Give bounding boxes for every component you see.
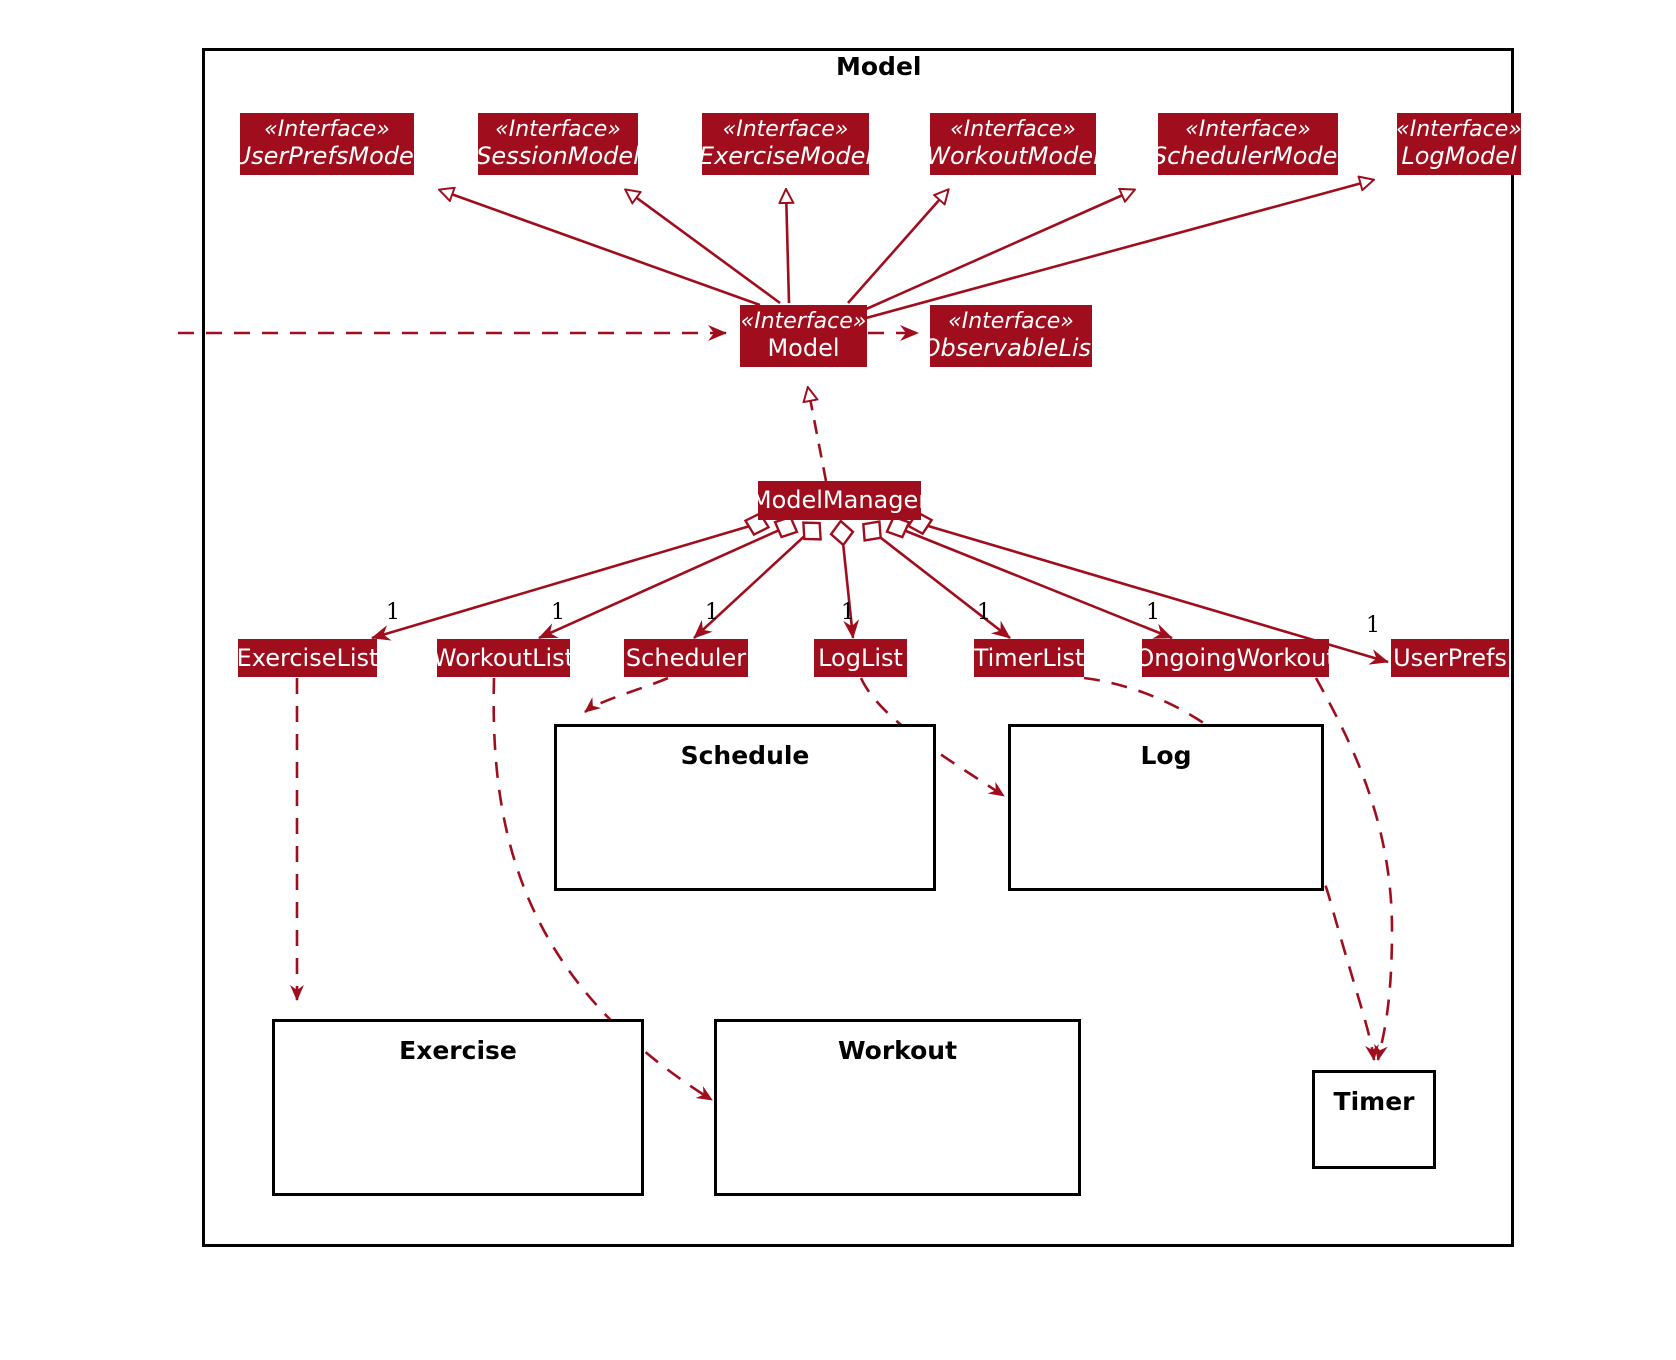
class-name-label: ExerciseModel bbox=[698, 141, 873, 170]
multiplicity-scheduler: 1 bbox=[705, 600, 719, 625]
class-model[interactable]: «Interface» Model bbox=[740, 305, 867, 367]
class-ongoingworkout[interactable]: OngoingWorkout bbox=[1135, 639, 1336, 677]
multiplicity-userprefs: 1 bbox=[1366, 613, 1380, 638]
stereotype-label: «Interface» bbox=[264, 117, 390, 143]
entity-workout[interactable]: Workout bbox=[714, 1019, 1081, 1196]
entity-log[interactable]: Log bbox=[1008, 724, 1324, 891]
multiplicity-workoutlist: 1 bbox=[551, 600, 565, 625]
class-name-label: ModelManager bbox=[750, 486, 929, 515]
package-title: Model bbox=[836, 52, 922, 81]
class-name-label: WorkoutList bbox=[432, 643, 575, 672]
class-name-label: LogList bbox=[818, 643, 903, 672]
entity-schedule[interactable]: Schedule bbox=[554, 724, 936, 891]
stereotype-label: «Interface» bbox=[495, 117, 621, 143]
class-name-label: UserPrefsModel bbox=[233, 141, 421, 170]
class-logmodel[interactable]: «Interface» LogModel bbox=[1396, 113, 1522, 175]
class-loglist[interactable]: LogList bbox=[814, 639, 907, 677]
diagram-canvas: Model «Interface» UserPrefsModel «Interf… bbox=[0, 0, 1676, 1360]
entity-exercise[interactable]: Exercise bbox=[272, 1019, 644, 1196]
class-name-label: ExerciseList bbox=[236, 643, 379, 672]
stereotype-label: «Interface» bbox=[722, 117, 849, 143]
stereotype-label: «Interface» bbox=[1396, 117, 1522, 143]
entity-title: Exercise bbox=[399, 1036, 517, 1065]
class-exercisemodel[interactable]: «Interface» ExerciseModel bbox=[698, 113, 873, 175]
class-name-label: OngoingWorkout bbox=[1135, 643, 1336, 672]
stereotype-label: «Interface» bbox=[948, 309, 1074, 335]
class-scheduler[interactable]: Scheduler bbox=[624, 639, 748, 677]
entity-title: Timer bbox=[1333, 1087, 1415, 1116]
class-workoutmodel[interactable]: «Interface» WorkoutModel bbox=[926, 113, 1100, 175]
stereotype-label: «Interface» bbox=[740, 309, 867, 335]
entity-title: Workout bbox=[837, 1036, 958, 1065]
class-name-label: ObservableList bbox=[921, 333, 1101, 362]
class-timerlist[interactable]: TimerList bbox=[974, 639, 1084, 677]
class-userprefsmodel[interactable]: «Interface» UserPrefsModel bbox=[234, 113, 420, 175]
class-schedulermodel[interactable]: «Interface» SchedulerModel bbox=[1152, 113, 1344, 175]
class-name-label: TimerList bbox=[973, 643, 1085, 672]
class-sessionmodel[interactable]: «Interface» SessionModel bbox=[476, 113, 640, 175]
multiplicity-exerciselist: 1 bbox=[386, 600, 400, 625]
class-workoutlist[interactable]: WorkoutList bbox=[433, 639, 574, 677]
stereotype-label: «Interface» bbox=[950, 117, 1076, 143]
entity-title: Schedule bbox=[680, 741, 810, 770]
class-name-label: Scheduler bbox=[625, 643, 747, 672]
class-name-label: WorkoutModel bbox=[926, 141, 1100, 170]
class-name-label: LogModel bbox=[1401, 141, 1517, 170]
class-name-label: Model bbox=[767, 333, 840, 362]
class-name-label: UserPrefs bbox=[1393, 643, 1507, 672]
entity-timer[interactable]: Timer bbox=[1312, 1070, 1436, 1169]
class-userprefs[interactable]: UserPrefs bbox=[1391, 639, 1509, 677]
multiplicity-loglist: 1 bbox=[841, 600, 855, 625]
entity-title: Log bbox=[1140, 741, 1192, 770]
class-name-label: SchedulerModel bbox=[1151, 141, 1345, 170]
class-exerciselist[interactable]: ExerciseList bbox=[236, 639, 379, 677]
multiplicity-ongoingworkout: 1 bbox=[1146, 600, 1160, 625]
class-name-label: SessionModel bbox=[476, 141, 640, 170]
class-modelmanager[interactable]: ModelManager bbox=[751, 481, 928, 520]
class-observablelist[interactable]: «Interface» ObservableList bbox=[922, 305, 1100, 367]
stereotype-label: «Interface» bbox=[1185, 117, 1311, 143]
multiplicity-timerlist: 1 bbox=[977, 600, 991, 625]
